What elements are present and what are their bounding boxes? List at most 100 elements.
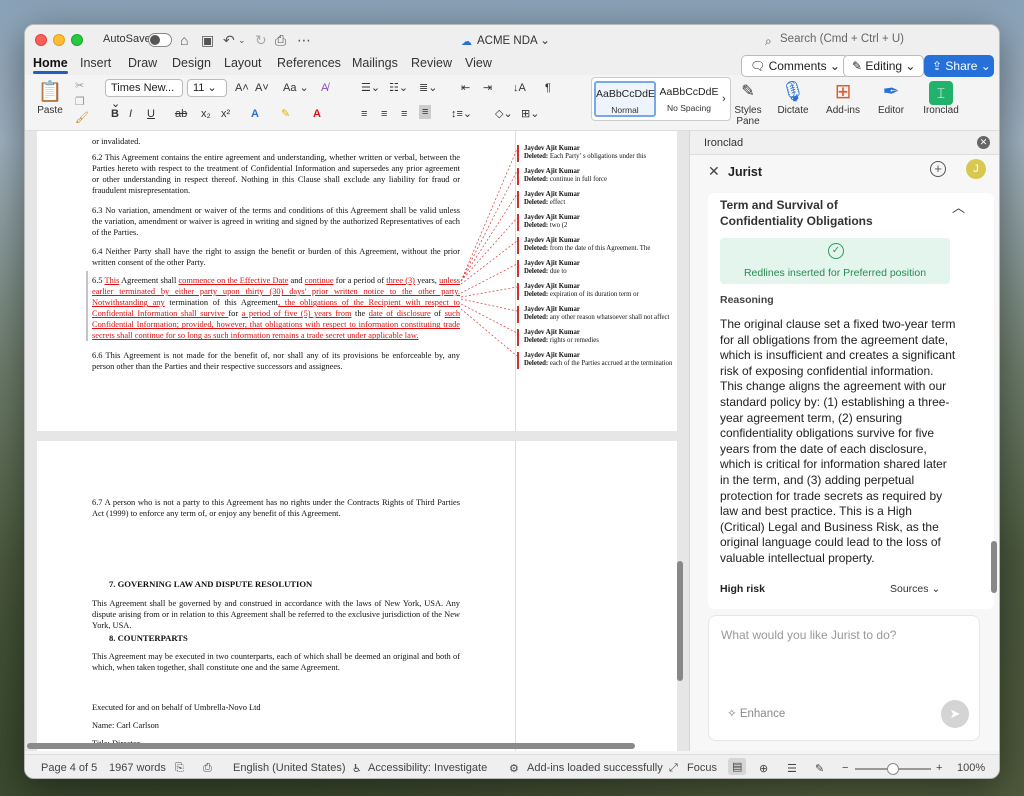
redo-icon[interactable]: ↻ [255, 31, 267, 49]
tab-draw[interactable]: Draw [128, 56, 157, 70]
more-icon[interactable]: ⋯ [297, 31, 311, 49]
executed-line[interactable]: Executed for and on behalf of Umbrella-N… [92, 702, 460, 713]
add-ins-button[interactable]: ⊞ Add-ins [823, 79, 863, 116]
strikethrough-icon[interactable]: ab [175, 107, 187, 121]
search-box[interactable]: Search (Cmd + Ctrl + U) [780, 33, 904, 45]
show-formatting-icon[interactable]: ¶ [545, 81, 551, 95]
home-icon[interactable]: ⌂ [180, 31, 188, 49]
name-line[interactable]: Name: Carl Carlson [92, 720, 460, 731]
deletion-comment[interactable]: Jaydev Ajit Kumar Deleted: rights or reme… [517, 329, 677, 346]
justify-icon[interactable]: ≡ [419, 105, 432, 119]
tab-view[interactable]: View [465, 56, 492, 70]
underline-icon[interactable]: U [147, 107, 155, 121]
minimize-window-button[interactable] [53, 34, 65, 46]
deletion-comment[interactable]: Jaydev Ajit Kumar Deleted: due to [517, 260, 677, 277]
share-button[interactable]: ⇪ Share ⌄ [924, 55, 994, 77]
grow-font-icon[interactable]: A˄ [235, 81, 249, 95]
clause-title[interactable]: Term and Survival of Confidentiality Obl… [720, 197, 920, 229]
print-icon[interactable]: ⎙ [275, 31, 286, 49]
avatar[interactable]: J [966, 159, 986, 179]
add-ins-status[interactable]: Add-ins loaded successfully [527, 762, 663, 774]
web-layout-icon[interactable]: ⊕ [759, 762, 768, 775]
decrease-indent-icon[interactable]: ⇤ [461, 81, 470, 95]
deletion-comment[interactable]: Jaydev Ajit Kumar Deleted: continue in fu… [517, 168, 677, 185]
document-vertical-scrollbar[interactable] [677, 561, 683, 681]
heading-counterparts[interactable]: 8. COUNTERPARTS [109, 633, 188, 643]
dictate-button[interactable]: 🎙 Dictate [775, 79, 811, 116]
close-icon[interactable]: ✕ [708, 163, 720, 180]
new-chat-icon[interactable]: + [930, 161, 946, 177]
tab-review[interactable]: Review [411, 56, 452, 70]
draft-view-icon[interactable]: ✎ [815, 762, 824, 775]
focus-button[interactable]: Focus [687, 762, 717, 774]
paragraph-6-7[interactable]: 6.7 A person who is not a party to this … [92, 497, 460, 519]
bullets-icon[interactable]: ☰⌄ [361, 81, 380, 95]
tab-references[interactable]: References [277, 56, 341, 70]
close-panel-icon[interactable]: ✕ [977, 136, 990, 149]
style-no-spacing[interactable]: AaBbCcDdE No Spacing [658, 81, 720, 117]
accessibility-status[interactable]: Accessibility: Investigate [368, 762, 487, 774]
print-layout-icon[interactable]: ▤ [728, 758, 747, 775]
multilevel-list-icon[interactable]: ≣⌄ [419, 81, 437, 95]
send-icon[interactable]: ➤ [941, 700, 969, 728]
deletion-comment[interactable]: Jaydev Ajit Kumar Deleted: each of the Pa… [517, 352, 677, 369]
numbering-icon[interactable]: ☷⌄ [389, 81, 408, 95]
tab-layout[interactable]: Layout [224, 56, 262, 70]
shading-icon[interactable]: ◇⌄ [495, 107, 513, 121]
enhance-button[interactable]: ✧ Enhance [727, 706, 785, 720]
bold-icon[interactable]: B [111, 107, 119, 121]
undo-dropdown-icon[interactable]: ⌄ [238, 31, 246, 49]
page-count[interactable]: Page 4 of 5 [41, 762, 97, 774]
zoom-slider[interactable] [855, 763, 931, 775]
panel-scrollbar[interactable] [991, 541, 997, 593]
deletion-comment[interactable]: Jaydev Ajit Kumar Deleted: Each Party’ s … [517, 145, 677, 162]
tab-design[interactable]: Design [172, 56, 211, 70]
tab-mailings[interactable]: Mailings [352, 56, 398, 70]
copy-icon[interactable]: ❐ [75, 95, 85, 109]
sources-dropdown[interactable]: Sources ⌄ [890, 583, 940, 595]
language-status[interactable]: English (United States) [233, 762, 346, 774]
change-case-icon[interactable]: Aa ⌄ [283, 81, 309, 95]
shrink-font-icon[interactable]: A˅ [255, 81, 269, 95]
tab-home[interactable]: Home [33, 56, 68, 74]
paragraph-7[interactable]: This Agreement shall be governed by and … [92, 598, 460, 631]
increase-indent-icon[interactable]: ⇥ [483, 81, 492, 95]
format-painter-icon[interactable]: 🖌 [75, 111, 89, 125]
italic-icon[interactable]: I [129, 107, 132, 121]
track-changes-icon[interactable]: ⎙ [203, 762, 212, 775]
close-window-button[interactable] [35, 34, 47, 46]
prompt-input[interactable]: What would you like Jurist to do? ✧ Enha… [708, 615, 980, 741]
sort-icon[interactable]: ↓A [513, 81, 526, 95]
borders-icon[interactable]: ⊞⌄ [521, 107, 539, 121]
subscript-icon[interactable]: x₂ [201, 107, 211, 121]
save-icon[interactable]: ▣ [201, 31, 214, 49]
superscript-icon[interactable]: x² [221, 107, 230, 121]
text-effects-icon[interactable]: A [251, 107, 259, 121]
editing-mode-button[interactable]: ✎ Editing ⌄ [843, 55, 925, 77]
zoom-in-button[interactable]: + [936, 762, 942, 774]
word-count[interactable]: 1967 words [109, 762, 166, 774]
autosave-toggle[interactable] [148, 33, 172, 47]
document-title[interactable]: ACME NDA ⌄ [477, 33, 550, 47]
tab-insert[interactable]: Insert [80, 56, 111, 70]
zoom-slider-thumb[interactable] [887, 763, 899, 775]
paste-button[interactable]: 📋 Paste [35, 79, 65, 116]
zoom-level[interactable]: 100% [957, 762, 985, 774]
align-center-icon[interactable]: ≡ [381, 107, 387, 121]
cut-icon[interactable]: ✂ [75, 79, 84, 93]
align-right-icon[interactable]: ≡ [401, 107, 407, 121]
paragraph-8[interactable]: This Agreement may be executed in two co… [92, 651, 460, 673]
editor-button[interactable]: ✒ Editor [875, 79, 907, 116]
line-spacing-icon[interactable]: ↕≡⌄ [451, 107, 472, 121]
align-left-icon[interactable]: ≡ [361, 107, 367, 121]
clear-formatting-icon[interactable]: A̸ [321, 81, 328, 95]
zoom-out-button[interactable]: − [842, 762, 848, 774]
outline-view-icon[interactable]: ☰ [787, 762, 797, 775]
font-family-select[interactable]: Times New... ⌄ [105, 79, 183, 110]
deletion-comment[interactable]: Jaydev Ajit Kumar Deleted: any other reas… [517, 306, 677, 323]
chevron-up-icon[interactable]: ︿ [952, 197, 965, 216]
proofing-icon[interactable]: ⎘ [175, 762, 184, 775]
styles-pane-button[interactable]: ✎ Styles Pane [733, 79, 763, 127]
style-normal[interactable]: AaBbCcDdE Normal [594, 81, 656, 117]
zoom-window-button[interactable] [71, 34, 83, 46]
